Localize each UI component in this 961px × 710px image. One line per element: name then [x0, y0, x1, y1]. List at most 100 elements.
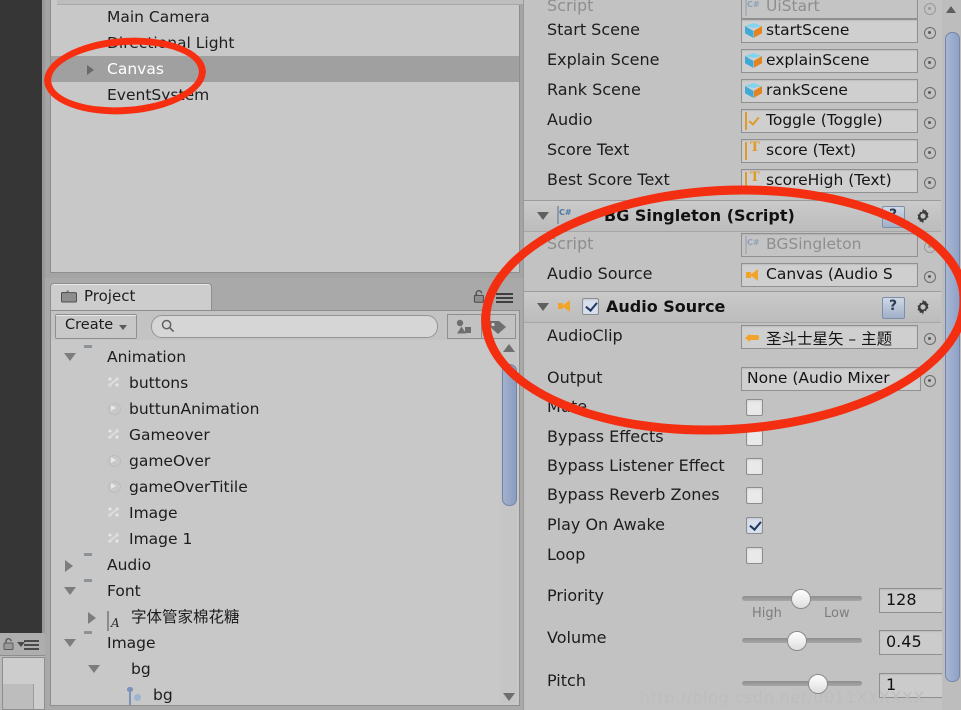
scrollbar-thumb[interactable]: [945, 32, 960, 682]
inspector-row-audioclip[interactable]: AudioClip 圣斗士星矢 – 主题: [524, 322, 941, 352]
pitch-slider[interactable]: [742, 674, 862, 694]
hierarchy-item-eventsystem[interactable]: EventSystem: [51, 82, 519, 108]
inspector-panel[interactable]: Script UiStart Start Scene startScene Ex…: [523, 0, 961, 710]
inspector-row-rank-scene[interactable]: Rank Scene rankScene: [524, 76, 941, 106]
object-picker-icon[interactable]: [924, 117, 936, 129]
chevron-down-icon[interactable]: [88, 665, 100, 673]
play-on-awake-checkbox[interactable]: [746, 517, 763, 534]
object-field[interactable]: BGSingleton: [741, 233, 918, 257]
search-box[interactable]: [151, 315, 438, 338]
bottom-left-panel-tabbar[interactable]: [0, 633, 45, 656]
hierarchy-item-directional-light[interactable]: Directional Light: [51, 30, 519, 56]
object-picker-icon[interactable]: [924, 87, 936, 99]
object-field[interactable]: Toggle (Toggle): [741, 109, 918, 133]
bypass-reverb-zones-checkbox[interactable]: [746, 487, 763, 504]
tree-item-image-folder[interactable]: Image: [51, 630, 519, 656]
component-enabled-checkbox[interactable]: [582, 298, 599, 315]
chevron-down-icon[interactable]: [64, 353, 76, 361]
chevron-down-icon[interactable]: [537, 303, 549, 311]
tree-item-gameover-clip[interactable]: Gameover: [51, 422, 519, 448]
hierarchy-list[interactable]: Main Camera Directional Light Canvas Eve…: [50, 0, 523, 273]
object-picker-icon[interactable]: [924, 271, 936, 283]
tree-item-audio-folder[interactable]: Audio: [51, 552, 519, 578]
chevron-right-icon[interactable]: [65, 560, 73, 572]
volume-slider[interactable]: [742, 631, 862, 651]
component-header-audio-source[interactable]: Audio Source: [524, 291, 941, 323]
object-picker-icon[interactable]: [924, 375, 936, 387]
inspector-content[interactable]: Script UiStart Start Scene startScene Ex…: [523, 0, 961, 710]
favorites-icon[interactable]: [447, 314, 482, 339]
tree-item-font-folder[interactable]: Font: [51, 578, 519, 604]
scrollbar-thumb[interactable]: [502, 364, 517, 506]
scroll-up-arrow-icon[interactable]: [946, 6, 956, 13]
object-field[interactable]: score (Text): [741, 139, 918, 163]
priority-slider[interactable]: [742, 589, 862, 609]
slider-knob[interactable]: [787, 631, 807, 651]
scene-view-canvas[interactable]: [0, 0, 42, 631]
hamburger-menu-icon[interactable]: [496, 293, 513, 303]
inspector-row-explain-scene[interactable]: Explain Scene explainScene: [524, 46, 941, 76]
inspector-row-start-scene[interactable]: Start Scene startScene: [524, 16, 941, 46]
tree-item-font-file[interactable]: 字体管家棉花糖: [51, 604, 519, 631]
inspector-row-bg-singleton-script[interactable]: Script BGSingleton: [524, 230, 941, 260]
tree-item-gameovertitile[interactable]: gameOverTitile: [51, 474, 519, 500]
tree-item-gameover-controller[interactable]: gameOver: [51, 448, 519, 474]
chevron-down-icon[interactable]: [537, 212, 549, 220]
inspector-row-bypass-listener-effect[interactable]: Bypass Listener Effect: [524, 452, 941, 482]
object-picker-icon[interactable]: [924, 27, 936, 39]
project-tabbar[interactable]: Project: [50, 283, 518, 311]
chevron-right-icon[interactable]: [87, 65, 94, 75]
inspector-row-score-text[interactable]: Score Text score (Text): [524, 136, 941, 166]
inspector-row-mute[interactable]: Mute: [524, 393, 941, 423]
scene-view-strip[interactable]: [0, 0, 45, 633]
scroll-up-arrow-icon[interactable]: [503, 344, 515, 352]
tree-item-bg-sprite[interactable]: bg: [51, 682, 519, 705]
object-picker-icon[interactable]: [924, 177, 936, 189]
hierarchy-item-main-camera[interactable]: Main Camera: [51, 4, 519, 30]
loop-checkbox[interactable]: [746, 547, 763, 564]
hierarchy-item-canvas[interactable]: Canvas: [51, 56, 519, 82]
search-input[interactable]: [180, 317, 429, 336]
tree-item-bg-texture[interactable]: bg: [51, 656, 519, 682]
inspector-row-audio[interactable]: Audio Toggle (Toggle): [524, 106, 941, 136]
object-picker-icon[interactable]: [924, 147, 936, 159]
inspector-row-bypass-reverb-zones[interactable]: Bypass Reverb Zones: [524, 481, 941, 511]
object-field[interactable]: rankScene: [741, 79, 918, 103]
settings-gear-icon[interactable]: [914, 207, 933, 226]
slider-knob[interactable]: [791, 589, 811, 609]
tree-item-image-1-clip[interactable]: Image 1: [51, 526, 519, 552]
component-header-bg-singleton[interactable]: BG Singleton (Script): [524, 200, 941, 232]
mute-checkbox[interactable]: [746, 399, 763, 416]
tree-item-animation-folder[interactable]: Animation: [51, 344, 519, 370]
hierarchy-panel[interactable]: Main Camera Directional Light Canvas Eve…: [45, 0, 523, 278]
object-field[interactable]: None (Audio Mixer: [741, 367, 921, 391]
settings-gear-icon[interactable]: [914, 298, 933, 317]
help-button[interactable]: [882, 297, 905, 319]
inspector-row-priority[interactable]: Priority High Low 128: [524, 578, 961, 621]
inspector-row-bypass-effects[interactable]: Bypass Effects: [524, 423, 941, 453]
inspector-row-loop[interactable]: Loop: [524, 541, 941, 571]
lock-icon[interactable]: [3, 638, 14, 650]
scroll-down-arrow-icon[interactable]: [503, 693, 515, 701]
tree-item-buttunanimation[interactable]: buttunAnimation: [51, 396, 519, 422]
object-picker-icon[interactable]: [924, 3, 936, 15]
tab-project[interactable]: Project: [50, 283, 212, 311]
chevron-down-icon[interactable]: [64, 639, 76, 647]
hamburger-menu-icon[interactable]: [24, 640, 39, 650]
object-picker-icon[interactable]: [924, 333, 936, 345]
bypass-effects-checkbox[interactable]: [746, 429, 763, 446]
bypass-listener-effect-checkbox[interactable]: [746, 458, 763, 475]
create-button[interactable]: Create: [55, 314, 137, 339]
project-toolbar[interactable]: Create: [50, 310, 520, 341]
object-field[interactable]: Canvas (Audio S: [741, 263, 918, 287]
object-field[interactable]: explainScene: [741, 49, 918, 73]
tree-item-buttons[interactable]: buttons: [51, 370, 519, 396]
project-tree[interactable]: Animation buttons buttunAnimation Gameov…: [50, 340, 520, 706]
project-scrollbar[interactable]: [500, 342, 517, 703]
object-field[interactable]: scoreHigh (Text): [741, 169, 918, 193]
inspector-row-bg-singleton-audio-source[interactable]: Audio Source Canvas (Audio S: [524, 260, 941, 290]
inspector-row-output[interactable]: Output None (Audio Mixer: [524, 364, 941, 394]
object-field[interactable]: 圣斗士星矢 – 主题: [741, 325, 918, 349]
project-panel[interactable]: Project Create Animation buttons buttunA…: [45, 278, 523, 710]
inspector-row-play-on-awake[interactable]: Play On Awake: [524, 511, 941, 541]
